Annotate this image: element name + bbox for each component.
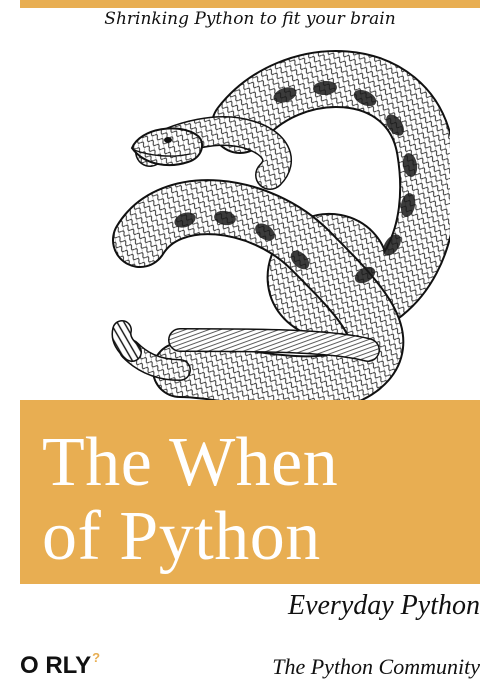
cover-tagline: Shrinking Python to fit your brain xyxy=(104,9,396,29)
title-line-1: The When xyxy=(42,424,339,501)
publisher-question-mark: ? xyxy=(92,650,101,665)
top-accent-bar xyxy=(20,0,480,8)
publisher-name: O RLY xyxy=(20,652,92,679)
title-block: The When of Python xyxy=(20,400,480,584)
book-subtitle: Everyday Python xyxy=(287,590,480,621)
author-name: The Python Community xyxy=(272,654,480,679)
title-line-2: of Python xyxy=(42,498,321,575)
publisher-logo: O RLY? xyxy=(20,650,101,680)
rattlesnake-illustration xyxy=(111,50,450,410)
